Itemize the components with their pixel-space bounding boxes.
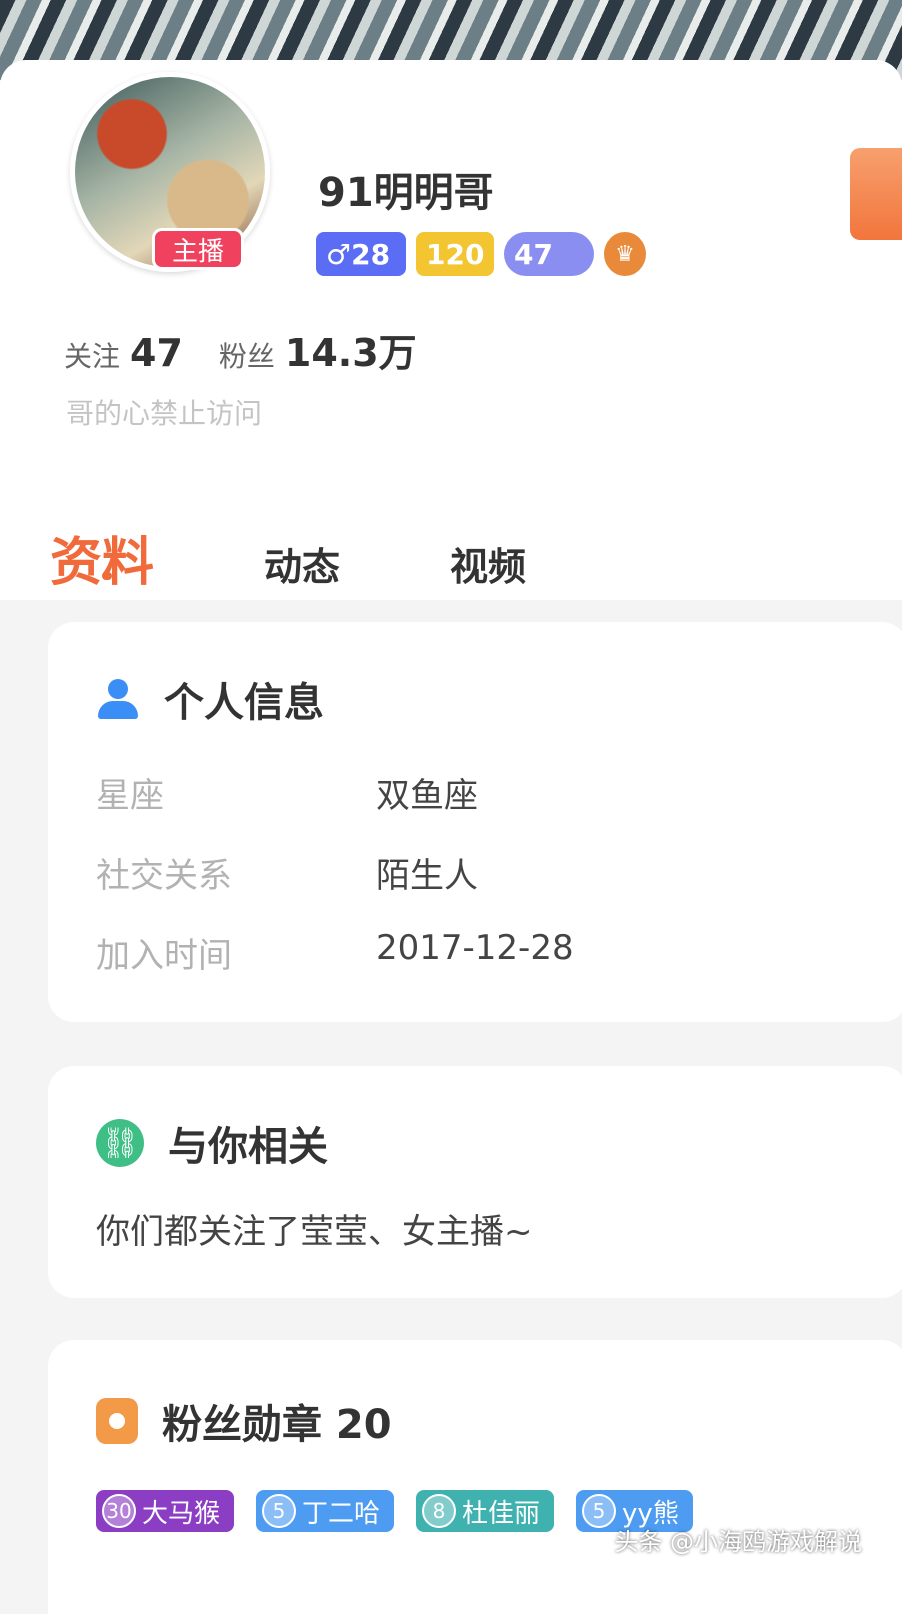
info-row-relationship: 社交关系 陌生人 — [96, 848, 478, 897]
info-value: 2017-12-28 — [376, 928, 574, 968]
medal-level: 30 — [102, 1494, 136, 1528]
medal-level: 8 — [422, 1494, 457, 1528]
crown-icon[interactable]: ♛ — [604, 232, 646, 276]
related-header: ⛓ 与你相关 — [96, 1114, 328, 1172]
medal-name: 大马猴 — [142, 1498, 221, 1529]
fan-medals-header: 粉丝勋章 20 — [96, 1392, 392, 1450]
side-action-tab[interactable] — [850, 148, 902, 240]
link-icon: ⛓ — [96, 1119, 144, 1167]
user-icon — [96, 677, 140, 721]
related-card: ⛓ 与你相关 你们都关注了莹莹、女主播~ — [48, 1066, 902, 1298]
related-title: 与你相关 — [168, 1124, 328, 1170]
personal-info-card: 个人信息 星座 双鱼座 社交关系 陌生人 加入时间 2017-12-28 — [48, 622, 902, 1022]
medal-name: 杜佳丽 — [462, 1498, 541, 1529]
fan-medal[interactable]: 8 杜佳丽 — [416, 1490, 555, 1532]
fans-label[interactable]: 粉丝 — [219, 335, 275, 375]
fan-medals-card: 粉丝勋章 20 30 大马猴 5 丁二哈 8 杜佳丽 5 yy熊 — [48, 1340, 902, 1614]
following-count[interactable]: 47 — [130, 331, 183, 375]
info-row-zodiac: 星座 双鱼座 — [96, 768, 478, 817]
info-label: 星座 — [96, 776, 164, 816]
related-text: 你们都关注了莹莹、女主播~ — [96, 1212, 533, 1252]
fan-medal[interactable]: 30 大马猴 — [96, 1490, 235, 1532]
medal-icon — [96, 1398, 138, 1444]
badge-row: ♂28 120 47 ♛ — [316, 232, 646, 276]
tab-feed[interactable]: 动态 — [264, 536, 340, 591]
medal-name: 丁二哈 — [302, 1498, 381, 1529]
gender-age-badge: ♂28 — [316, 232, 406, 276]
fans-count[interactable]: 14.3万 — [285, 322, 417, 377]
tab-video[interactable]: 视频 — [450, 536, 526, 591]
username: 91明明哥 — [318, 170, 494, 216]
watermark: 头条 @小海鸥游戏解说 — [614, 1528, 862, 1556]
profile-panel: 主播 91明明哥 ♂28 120 47 ♛ 关注 47 粉丝 14.3万 哥的心… — [0, 60, 902, 600]
fan-level-badge[interactable]: 47 — [504, 232, 594, 276]
personal-info-header: 个人信息 — [96, 670, 324, 728]
medal-level: 5 — [262, 1494, 297, 1528]
medal-row: 30 大马猴 5 丁二哈 8 杜佳丽 5 yy熊 — [96, 1490, 693, 1532]
host-badge: 主播 — [152, 228, 244, 270]
signature: 哥的心禁止访问 — [66, 397, 263, 430]
fan-medals-title[interactable]: 粉丝勋章 20 — [162, 1392, 392, 1450]
stats: 关注 47 粉丝 14.3万 — [64, 322, 453, 377]
following-label[interactable]: 关注 — [64, 335, 120, 375]
info-value: 陌生人 — [376, 856, 478, 896]
fan-medal[interactable]: 5 丁二哈 — [256, 1490, 395, 1532]
profile-tabs: 资料 动态 视频 — [50, 520, 636, 595]
info-label: 加入时间 — [96, 936, 232, 976]
info-label: 社交关系 — [96, 856, 232, 896]
medal-level: 5 — [582, 1494, 617, 1528]
tab-profile[interactable]: 资料 — [50, 520, 154, 595]
tab-indicator — [102, 572, 112, 580]
info-row-join-date: 加入时间 2017-12-28 — [96, 928, 574, 977]
personal-info-title: 个人信息 — [164, 680, 324, 726]
info-value: 双鱼座 — [376, 776, 478, 816]
wealth-level-badge[interactable]: 120 — [416, 232, 494, 276]
